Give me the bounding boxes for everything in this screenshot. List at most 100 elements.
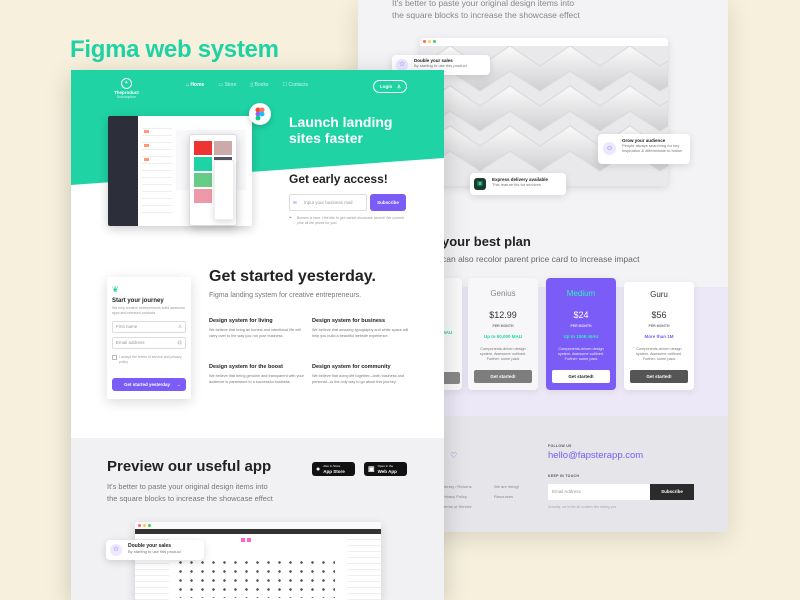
- logo-sub: Subscription: [116, 95, 136, 99]
- input-placeholder: First name: [116, 324, 138, 329]
- page-headline: Figma web system: [70, 36, 279, 63]
- callout-desc: By starting to use this product: [128, 549, 181, 554]
- preview-desc-line2: the square blocks to increase the showca…: [107, 494, 273, 503]
- journey-desc: We help creative entrepreneurs build awe…: [112, 306, 186, 315]
- main-nav: ⌂ Home ▭ Store ▯ Books ☐ Contacts: [186, 82, 308, 88]
- footer-email-input[interactable]: Email Address: [548, 484, 650, 500]
- logo-icon: ✦: [120, 78, 132, 89]
- feature-title: Design system for community: [312, 364, 391, 370]
- arrow-right-icon: →: [176, 382, 182, 387]
- hero-subscribe-button[interactable]: Subscribe: [370, 194, 406, 211]
- plan-subtitle: can also recolor parent price card to in…: [442, 254, 640, 264]
- plan-name: Guru: [650, 290, 668, 299]
- footer-subscribe-button[interactable]: Subscribe: [650, 484, 694, 500]
- login-button[interactable]: Login ♙: [373, 80, 407, 93]
- plan-price: $24: [573, 310, 589, 320]
- browser-icon: ▣: [368, 466, 375, 473]
- plan-price: $56: [651, 310, 667, 320]
- callout-desc: By starting to use this product: [414, 63, 467, 68]
- feature-title: Design system for business: [312, 318, 386, 324]
- email-input[interactable]: Email address @: [112, 337, 186, 349]
- hero-title-line2: sites faster: [289, 130, 363, 146]
- plan-limit: Up to 100K MAU: [563, 334, 599, 339]
- footer-links-col1: Library / Returns Privacy Policy Terms o…: [442, 482, 472, 512]
- footer-link[interactable]: We are hiring!: [494, 482, 519, 492]
- web-app-button[interactable]: ▣ Open in the Web App: [364, 462, 407, 476]
- plan-heading: your best plan: [442, 234, 531, 249]
- store-label: App Store: [323, 469, 345, 474]
- mail-icon: ✉: [293, 200, 297, 205]
- nav-home[interactable]: ⌂ Home: [186, 82, 204, 88]
- follow-label: FOLLOW US: [548, 444, 572, 448]
- app-store-button[interactable]: ● Also in Store App Store: [312, 462, 355, 476]
- input-placeholder: Email address: [116, 340, 145, 345]
- section-title: Get started yesterday.: [209, 268, 376, 285]
- plan-card-guru: Guru $56 PER MONTH More than 1M Componen…: [624, 282, 694, 390]
- plan-card-partial: MAU: [442, 278, 462, 390]
- footer-link[interactable]: Terms of Service: [442, 502, 472, 512]
- plan-desc: Components-driven design system. Awesome…: [558, 347, 604, 361]
- plan-name: Medium: [566, 289, 596, 298]
- preview-desc-line1: It's better to paste your original desig…: [107, 482, 268, 491]
- copyright-text: Actually, we invite all cookies like eat…: [548, 505, 617, 509]
- users-icon: ☺: [603, 142, 616, 155]
- plan-desc: Components-driven design system. Awesome…: [480, 347, 526, 361]
- plan-period: PER MONTH: [492, 324, 514, 328]
- checkbox[interactable]: [112, 355, 117, 360]
- feature-title: Design system for the boost: [209, 364, 283, 370]
- callout-desc: People always searching for key inspirat…: [622, 143, 682, 153]
- feature-desc: We believe that amazing typography and w…: [312, 328, 409, 338]
- hero-email-input[interactable]: ✉ Input your business mail: [289, 194, 367, 211]
- journey-form-card: ❦ Start your journey We help creative en…: [107, 277, 191, 399]
- keep-label: KEEP IN TOUCH: [548, 474, 580, 478]
- callout-grow-audience: ☺ Grow your audience People always searc…: [598, 134, 690, 164]
- preview-desc: It's better to paste your original desig…: [107, 481, 273, 505]
- plan-limit: More than 1M: [644, 334, 674, 339]
- nav-store[interactable]: ▭ Store: [218, 82, 236, 88]
- feature-business: Design system for business We believe th…: [312, 318, 410, 339]
- store-label: Web App: [377, 469, 397, 474]
- top-text-line1: It's better to paste your original desig…: [392, 0, 575, 8]
- terms-checkbox-row[interactable]: I accept the terms of service and privac…: [112, 355, 186, 364]
- hero-title-line1: Launch landing: [289, 114, 393, 130]
- sidepanel-mockup: [214, 160, 234, 220]
- user-icon: ♙: [396, 84, 401, 89]
- nav-books[interactable]: ▯ Books: [250, 82, 268, 88]
- login-label: Login: [380, 84, 393, 89]
- feature-desc: We believe that being genuine and transp…: [209, 374, 304, 384]
- contact-email[interactable]: hello@fapsterapp.com: [548, 450, 643, 461]
- at-icon: @: [177, 340, 182, 345]
- feature-desc: We believe that doing life together—both…: [312, 374, 404, 384]
- first-name-input[interactable]: First name ♙: [112, 321, 186, 333]
- star-icon: ☆: [110, 544, 122, 556]
- plan-desc: Components-driven design system. Awesome…: [636, 347, 682, 361]
- get-started-button[interactable]: Get started!: [552, 370, 610, 383]
- logo[interactable]: ✦ Theproduct Subscription: [114, 78, 139, 99]
- callout-express-delivery: ▣ Express delivery available This featur…: [470, 173, 566, 195]
- plan-limit: Up to 50,000 MAU: [483, 334, 522, 339]
- terms-label: I accept the terms of service and privac…: [119, 355, 182, 364]
- leaf-icon: ❦: [112, 285, 119, 294]
- footer-links-col2: We are hiring! Resources: [494, 482, 519, 502]
- person-icon: ♙: [177, 324, 182, 329]
- plan-name: Genius: [490, 289, 516, 298]
- footer-link[interactable]: Privacy Policy: [442, 492, 472, 502]
- location-icon: ⌖: [289, 215, 292, 221]
- callout-desc: This feature fits for services: [492, 182, 541, 187]
- feature-boost: Design system for the boost We believe t…: [209, 364, 305, 385]
- nav-label: Home: [190, 82, 205, 88]
- footer-link[interactable]: Library / Returns: [442, 482, 472, 492]
- front-page: ✦ Theproduct Subscription ⌂ Home ▭ Store…: [71, 70, 444, 600]
- top-text: It's better to paste your original desig…: [392, 0, 580, 21]
- apple-icon: ●: [316, 465, 321, 473]
- get-started-yesterday-button[interactable]: Get started yesterday →: [112, 378, 186, 391]
- get-started-button[interactable]: Get started!: [630, 370, 688, 383]
- nav-label: Store: [224, 82, 237, 88]
- get-started-button[interactable]: Get started!: [474, 370, 532, 383]
- plan-card-medium: Medium $24 PER MONTH Up to 100K MAU Comp…: [546, 278, 616, 390]
- feature-title: Design system for living: [209, 318, 273, 324]
- nav-contacts[interactable]: ☐ Contacts: [282, 82, 308, 88]
- truck-icon: ▣: [474, 178, 486, 190]
- journey-title: Start your journey: [112, 298, 164, 304]
- footer-link[interactable]: Resources: [494, 492, 519, 502]
